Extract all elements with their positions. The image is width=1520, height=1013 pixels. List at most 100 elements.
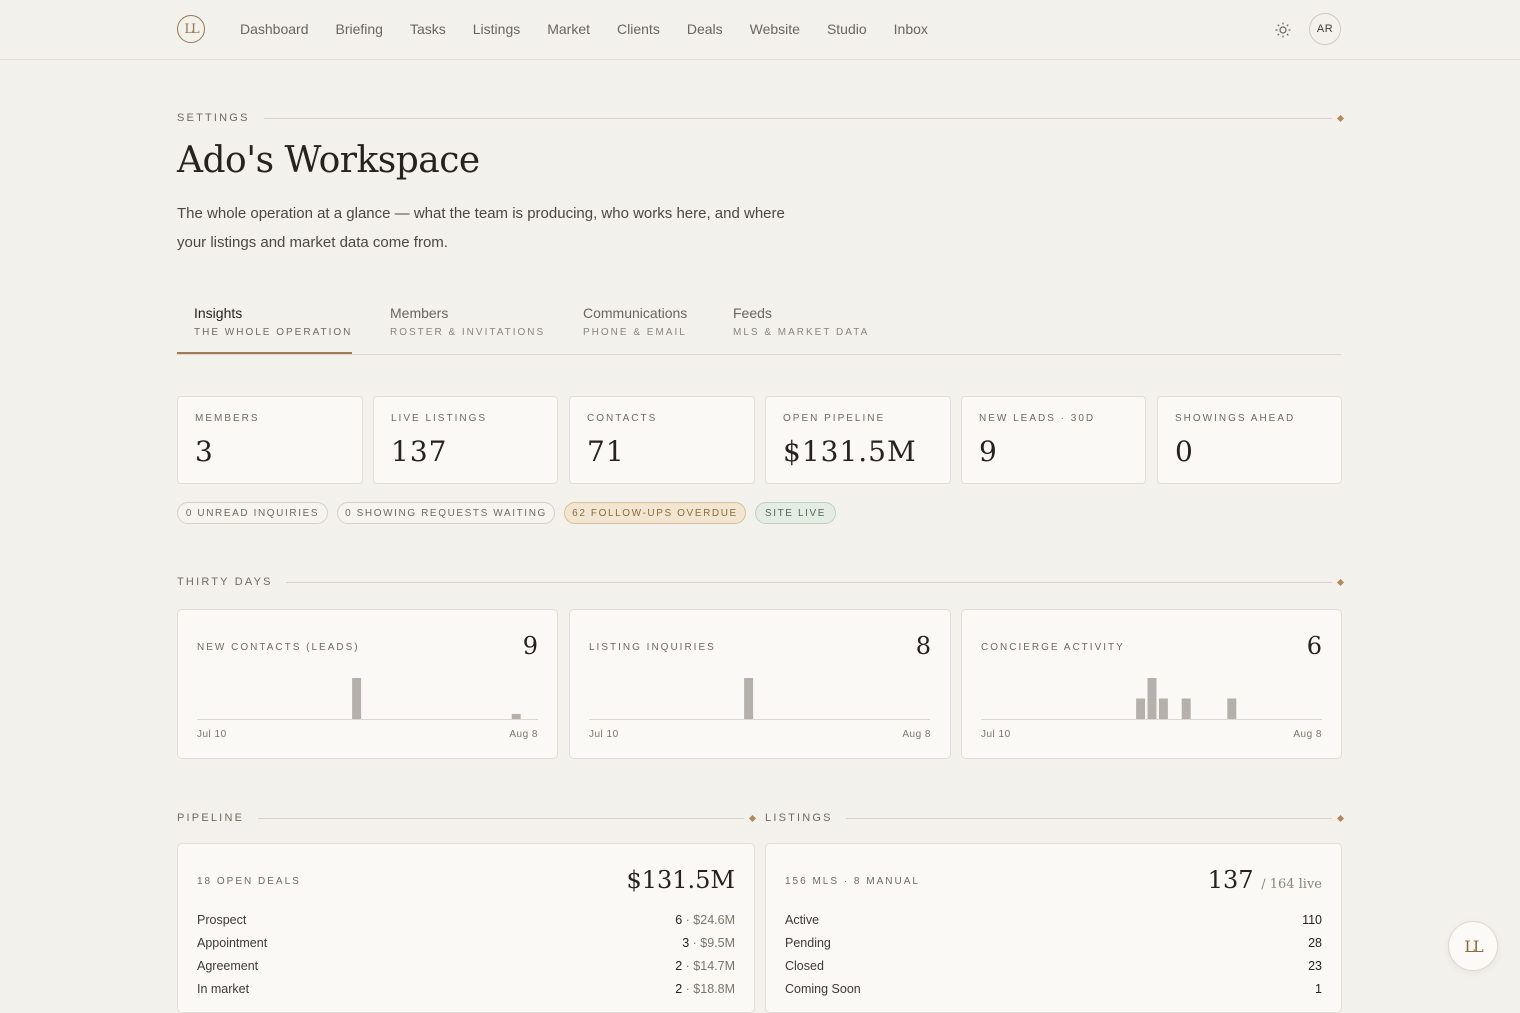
listings-total-sub: / 164 live: [1261, 877, 1322, 892]
settings-tabs: Insights THE WHOLE OPERATION Members ROS…: [177, 305, 1342, 355]
stat-value: 137: [391, 435, 448, 468]
bar-chart: [589, 678, 930, 720]
concierge-fab-button[interactable]: LL: [1448, 921, 1498, 971]
active-tab-indicator: [177, 352, 352, 354]
stat-label: MEMBERS: [195, 413, 260, 424]
stage-name: Agreement: [197, 958, 259, 973]
pipeline-row[interactable]: In market 2 · $18.8M: [197, 977, 735, 1000]
nav-item-listings[interactable]: Listings: [473, 21, 520, 37]
axis-start-label: Jul 10: [589, 729, 619, 740]
pipeline-card: 18 OPEN DEALS $131.5M Prospect 6 · $24.6M…: [177, 843, 755, 1013]
section-eyebrow-settings: SETTINGS: [177, 112, 250, 124]
axis-end-label: Aug 8: [902, 729, 931, 740]
stat-value: 71: [587, 435, 625, 468]
status-count: 28: [1308, 935, 1322, 950]
nav-item-briefing[interactable]: Briefing: [336, 21, 383, 37]
trend-value: 8: [915, 632, 931, 660]
nav-item-studio[interactable]: Studio: [827, 21, 867, 37]
pipeline-total: $131.5M: [626, 866, 735, 894]
listing-row[interactable]: Active 110: [785, 908, 1322, 931]
status-name: Active: [785, 912, 820, 927]
stage-name: Prospect: [197, 912, 247, 927]
listing-row[interactable]: Pending 28: [785, 931, 1322, 954]
tab-sublabel: THE WHOLE OPERATION: [194, 327, 353, 338]
bar-chart: [981, 678, 1322, 720]
user-avatar[interactable]: AR: [1309, 13, 1341, 45]
status-count: 110: [1302, 912, 1322, 927]
tab-sublabel: ROSTER & INVITATIONS: [390, 327, 546, 338]
trend-label: CONCIERGE ACTIVITY: [981, 642, 1125, 653]
tab-label: Members: [390, 305, 449, 321]
sun-icon[interactable]: [1275, 22, 1291, 38]
tab-members[interactable]: Members ROSTER & INVITATIONS: [390, 305, 545, 338]
status-chip-showing-requests[interactable]: 0 SHOWING REQUESTS WAITING: [337, 502, 555, 524]
status-count: 23: [1308, 958, 1322, 973]
chart-bar: [1158, 698, 1168, 719]
diamond-ornament-icon: [748, 814, 757, 823]
nav-item-deals[interactable]: Deals: [687, 21, 723, 37]
status-chip-follow-ups-overdue[interactable]: 62 FOLLOW-UPS OVERDUE: [564, 502, 746, 524]
listing-status-list: Active 110 Pending 28 Closed 23 Coming Soon…: [785, 908, 1322, 1000]
page-description: The whole operation at a glance — what t…: [177, 205, 785, 251]
stage-name: Appointment: [197, 935, 268, 950]
stage-amount: $14.7M: [693, 958, 735, 973]
trend-card-listing-inquiries: LISTING INQUIRIES 8 Jul 10 Aug 8: [569, 609, 951, 759]
chart-bar: [744, 678, 754, 719]
stat-value: 0: [1175, 435, 1194, 468]
tab-communications[interactable]: Communications PHONE & EMAIL: [583, 305, 687, 338]
nav-item-clients[interactable]: Clients: [617, 21, 660, 37]
listing-row[interactable]: Closed 23: [785, 954, 1322, 977]
status-chip-unread-inquiries[interactable]: 0 UNREAD INQUIRIES: [177, 502, 328, 524]
brand-logo[interactable]: LL: [177, 15, 205, 43]
pipeline-row[interactable]: Appointment 3 · $9.5M: [197, 931, 735, 954]
pipeline-label: 18 OPEN DEALS: [197, 876, 301, 887]
stat-card-live-listings: LIVE LISTINGS 137: [373, 396, 558, 484]
tab-label: Feeds: [733, 305, 772, 321]
stat-card-members: MEMBERS 3: [177, 396, 363, 484]
status-chip-site-live[interactable]: SITE LIVE: [755, 502, 836, 524]
stat-label: CONTACTS: [587, 413, 658, 424]
listings-total: 137 / 164 live: [1208, 866, 1322, 894]
nav-item-market[interactable]: Market: [547, 21, 590, 37]
stat-value: 9: [979, 435, 998, 468]
diamond-ornament-icon: [1336, 814, 1345, 823]
stage-amount: $9.5M: [700, 935, 735, 950]
tab-label: Insights: [194, 305, 243, 321]
nav-item-dashboard[interactable]: Dashboard: [240, 21, 309, 37]
stat-card-showings-ahead: SHOWINGS AHEAD 0: [1157, 396, 1342, 484]
stat-card-new-leads: NEW LEADS · 30D 9: [961, 396, 1146, 484]
tab-sublabel: PHONE & EMAIL: [583, 327, 687, 338]
axis-start-label: Jul 10: [981, 729, 1011, 740]
nav-item-website[interactable]: Website: [750, 21, 800, 37]
tab-label: Communications: [583, 305, 688, 321]
status-name: Closed: [785, 958, 824, 973]
stage-amount: $18.8M: [693, 981, 735, 996]
listings-card: 156 MLS · 8 MANUAL 137 / 164 live Active…: [765, 843, 1342, 1013]
nav-item-tasks[interactable]: Tasks: [410, 21, 446, 37]
stat-value: $131.5M: [783, 435, 917, 468]
chart-bar: [1136, 698, 1146, 719]
stat-label: SHOWINGS AHEAD: [1175, 413, 1296, 424]
status-name: Coming Soon: [785, 981, 861, 996]
listings-label: 156 MLS · 8 MANUAL: [785, 876, 920, 887]
listings-live-count: 137: [1207, 866, 1254, 894]
fab-logo-text: LL: [1464, 936, 1483, 956]
nav-item-inbox[interactable]: Inbox: [894, 21, 928, 37]
divider: [258, 818, 744, 819]
bar-chart: [197, 678, 538, 720]
stat-card-contacts: CONTACTS 71: [569, 396, 755, 484]
section-heading-listings: LISTINGS: [765, 812, 833, 824]
pipeline-row[interactable]: Agreement 2 · $14.7M: [197, 954, 735, 977]
divider: [286, 582, 1332, 583]
chart-bar: [352, 678, 362, 719]
chart-bar: [1227, 698, 1237, 719]
pipeline-row[interactable]: Prospect 6 · $24.6M: [197, 908, 735, 931]
tab-insights[interactable]: Insights THE WHOLE OPERATION: [194, 305, 352, 338]
trend-card-new-contacts: NEW CONTACTS (LEADS) 9 Jul 10 Aug 8: [177, 609, 558, 759]
trend-label: LISTING INQUIRIES: [589, 642, 716, 653]
listing-row[interactable]: Coming Soon 1: [785, 977, 1322, 1000]
section-heading-thirty-days: THIRTY DAYS: [177, 576, 273, 588]
stat-label: OPEN PIPELINE: [783, 413, 886, 424]
tab-sublabel: MLS & MARKET DATA: [733, 327, 870, 338]
tab-feeds[interactable]: Feeds MLS & MARKET DATA: [733, 305, 869, 338]
